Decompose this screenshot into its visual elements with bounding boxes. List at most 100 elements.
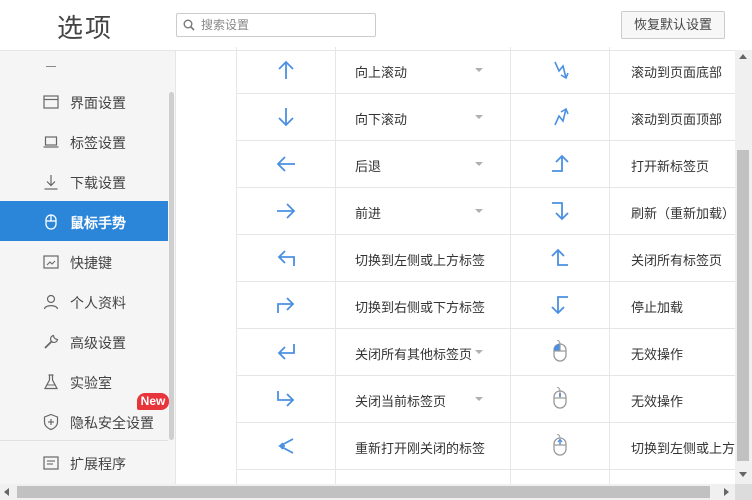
action-label: 关闭所有其他标签页	[355, 347, 473, 362]
mouse-middle-click-icon	[553, 387, 567, 409]
scroll-left-icon[interactable]	[4, 488, 9, 496]
header: 选项 恢复默认设置	[0, 0, 735, 51]
sidebar-item-advanced[interactable]: 高级设置	[0, 321, 168, 361]
action-label: 滚动到页面顶部	[631, 112, 723, 127]
arrow-up-left-icon	[277, 250, 295, 266]
sidebar-item-downloads[interactable]: 下载设置	[0, 161, 168, 201]
search-input[interactable]	[199, 16, 373, 34]
action-cell[interactable]: 滚动到页面顶部	[610, 94, 736, 140]
sidebar-item-profile[interactable]: 个人资料	[0, 281, 168, 321]
table-row: 向下滚动 滚动到页面顶部	[237, 94, 736, 141]
vertical-scrollbar[interactable]	[735, 50, 752, 484]
gesture-cell	[511, 376, 610, 422]
action-label: 重新打开刚关闭的标签	[355, 441, 486, 456]
sidebar-item-label: 实验室	[70, 375, 112, 391]
arrow-down-icon	[278, 108, 294, 127]
search-box[interactable]	[176, 13, 376, 37]
gesture-table: 向上滚动 滚动到页面底部 向下滚动 滚动到页面顶部 后退 打开新标签页 前进 刷…	[236, 47, 736, 484]
sidebar-item-label: 高级设置	[70, 335, 126, 351]
action-select[interactable]: 前进	[336, 188, 511, 234]
scrollbar-thumb[interactable]	[737, 150, 749, 461]
action-cell[interactable]: 打开新标签页	[610, 141, 736, 187]
mouse-scroll-up-icon	[553, 434, 567, 456]
sidebar-item-tabs[interactable]: 标签设置	[0, 121, 168, 161]
sidebar-item-label: 快捷键	[70, 255, 112, 271]
gesture-cell	[511, 423, 610, 469]
laptop-icon	[43, 136, 59, 148]
action-cell[interactable]: 停止加载	[610, 282, 736, 328]
keyboard-icon	[43, 255, 59, 269]
scrollbar-corner	[735, 484, 752, 500]
scroll-down-icon[interactable]	[739, 472, 747, 477]
sidebar-item-mouse-gestures[interactable]: 鼠标手势	[0, 201, 168, 241]
sidebar-item-shortcuts[interactable]: 快捷键	[0, 241, 168, 281]
extension-icon	[43, 456, 59, 470]
arrow-left-up-icon	[551, 248, 568, 266]
scrollbar-thumb[interactable]	[17, 486, 710, 498]
sidebar-item-interface[interactable]: 界面设置	[0, 81, 168, 121]
action-label: 切换到左侧或上方	[631, 441, 736, 456]
arrow-right-down-icon	[552, 202, 569, 221]
gesture-cell	[237, 47, 336, 93]
sidebar-item-label: 标签设置	[70, 135, 126, 151]
gesture-cell	[237, 235, 336, 281]
table-row: 切换到左侧或上方标签 关闭所有标签页	[237, 235, 736, 282]
action-cell[interactable]: 切换到左侧或上方	[610, 423, 736, 469]
mouse-icon	[45, 214, 57, 230]
download-icon	[44, 175, 58, 190]
flask-icon	[44, 374, 58, 390]
action-label: 无效操作	[631, 394, 684, 409]
action-label: 停止加载	[631, 300, 684, 315]
horizontal-scrollbar[interactable]	[0, 484, 735, 500]
reset-defaults-button[interactable]: 恢复默认设置	[621, 11, 725, 39]
arrow-left-icon	[276, 156, 295, 172]
arrow-down-right-icon	[277, 391, 295, 407]
action-cell[interactable]	[610, 470, 736, 484]
gesture-cell	[237, 376, 336, 422]
action-select[interactable]	[336, 470, 511, 484]
sidebar-collapsed-item	[46, 66, 56, 67]
gesture-cell	[237, 329, 336, 375]
action-select[interactable]: 关闭当前标签页	[336, 376, 511, 422]
arrow-left-down-icon	[551, 296, 568, 315]
scroll-up-icon[interactable]	[739, 54, 747, 59]
action-cell[interactable]: 无效操作	[610, 329, 736, 375]
action-cell[interactable]: 刷新（重新加载）	[610, 188, 736, 234]
sidebar-item-label: 隐私安全设置	[70, 415, 154, 431]
action-select[interactable]: 向下滚动	[336, 94, 511, 140]
gesture-cell	[237, 188, 336, 234]
person-icon	[43, 294, 59, 310]
search-icon	[183, 19, 195, 31]
action-cell[interactable]: 无效操作	[610, 376, 736, 422]
sidebar: 界面设置 标签设置 下载设置 鼠标手势 快捷键 个人资料 高级设置 实验室 隐私…	[0, 51, 176, 484]
arrow-up-icon	[278, 60, 294, 79]
wrench-icon	[44, 334, 59, 349]
shield-icon	[43, 413, 59, 431]
table-row: 关闭当前标签页 无效操作	[237, 376, 736, 423]
action-cell[interactable]: 关闭所有标签页	[610, 235, 736, 281]
sidebar-divider	[0, 440, 168, 441]
sidebar-item-label: 界面设置	[70, 95, 126, 111]
action-select[interactable]: 后退	[336, 141, 511, 187]
chevron-down-icon	[475, 209, 483, 213]
action-select[interactable]: 切换到左侧或上方标签	[336, 235, 511, 281]
action-select[interactable]: 关闭所有其他标签页	[336, 329, 511, 375]
gesture-cell	[511, 188, 610, 234]
mouse-left-click-icon	[553, 340, 567, 362]
chevron-down-icon	[475, 115, 483, 119]
action-select[interactable]: 重新打开刚关闭的标签	[336, 423, 511, 469]
table-row: 切换到右侧或下方标签 停止加载	[237, 282, 736, 329]
new-badge: New	[137, 393, 169, 410]
arrow-right-up-icon	[552, 154, 569, 172]
table-row: 重新打开刚关闭的标签 切换到左侧或上方	[237, 423, 736, 470]
sidebar-item-extensions[interactable]: 扩展程序	[0, 442, 168, 482]
sidebar-scrollbar[interactable]	[169, 92, 174, 440]
action-label: 后退	[355, 159, 382, 174]
action-select[interactable]: 向上滚动	[336, 47, 511, 93]
action-cell[interactable]: 滚动到页面底部	[610, 47, 736, 93]
gesture-cell	[511, 94, 610, 140]
action-select[interactable]: 切换到右侧或下方标签	[336, 282, 511, 328]
chevron-down-icon	[475, 68, 483, 72]
scroll-right-icon[interactable]	[724, 488, 729, 496]
gesture-cell	[237, 94, 336, 140]
